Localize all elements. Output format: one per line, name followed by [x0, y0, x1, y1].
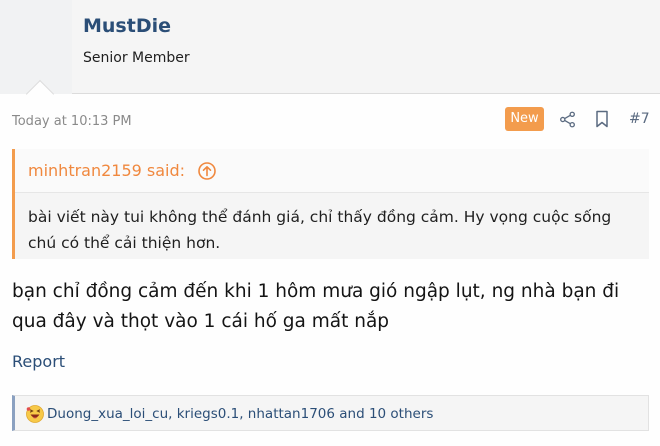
- reactions-bar[interactable]: Duong_xua_loi_cu, kriegs0.1, nhattan1706…: [12, 395, 649, 431]
- quote-header: minhtran2159 said:: [15, 149, 649, 193]
- share-icon[interactable]: [559, 111, 576, 128]
- quote-block: minhtran2159 said: bài viết này tui khôn…: [12, 149, 649, 259]
- avatar[interactable]: [0, 0, 72, 94]
- username[interactable]: MustDie: [83, 15, 171, 37]
- arrow-up-circle-icon[interactable]: [197, 161, 217, 181]
- post-body: bạn chỉ đồng cảm đến khi 1 hôm mưa gió n…: [12, 281, 620, 332]
- quote-text: bài viết này tui không thể đánh giá, chỉ…: [28, 208, 612, 252]
- post-timestamp[interactable]: Today at 10:13 PM: [12, 114, 132, 129]
- report-link[interactable]: Report: [12, 352, 65, 371]
- user-header: MustDie Senior Member: [0, 0, 660, 94]
- haha-emoji-icon: [26, 405, 44, 423]
- bookmark-icon[interactable]: [594, 110, 610, 128]
- user-title: Senior Member: [83, 50, 190, 66]
- new-badge: New: [505, 107, 544, 131]
- reaction-users[interactable]: Duong_xua_loi_cu, kriegs0.1, nhattan1706…: [47, 406, 433, 422]
- post-number-link[interactable]: #7: [629, 111, 650, 127]
- quote-author-link[interactable]: minhtran2159 said:: [28, 161, 185, 180]
